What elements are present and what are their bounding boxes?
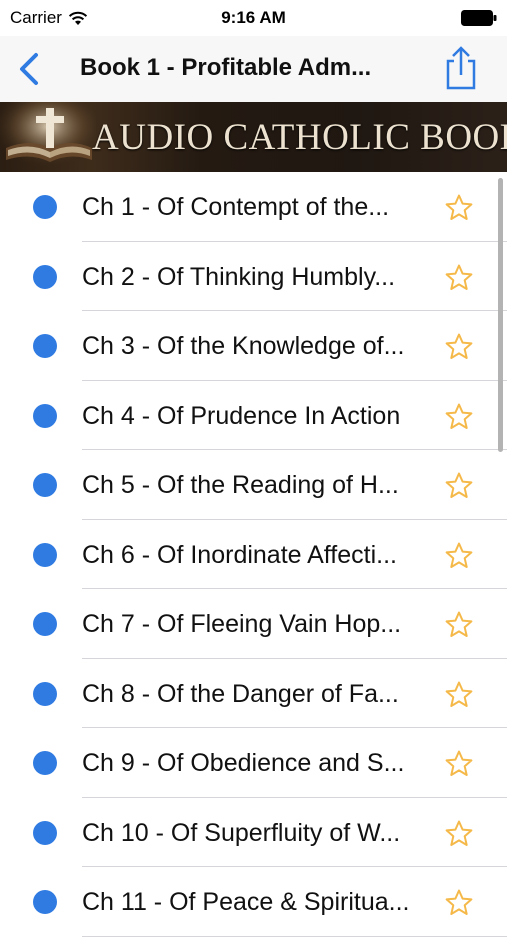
unread-dot-icon (33, 681, 57, 706)
list-item[interactable]: Ch 1 - Of Contempt of the... (0, 172, 507, 242)
star-icon[interactable] (444, 749, 474, 779)
star-icon[interactable] (444, 819, 474, 849)
chapter-title: Ch 8 - Of the Danger of Fa... (82, 679, 399, 708)
unread-dot-icon (33, 473, 57, 497)
list-item[interactable]: Ch 10 - Of Superfluity of W... (0, 798, 507, 867)
share-icon[interactable] (443, 45, 479, 91)
star-icon[interactable] (444, 888, 474, 918)
chapter-title: Ch 10 - Of Superfluity of W... (82, 818, 401, 847)
chevron-left-icon[interactable] (14, 52, 46, 86)
star-icon[interactable] (444, 541, 474, 571)
chapter-title: Ch 5 - Of the Reading of H... (82, 471, 399, 499)
banner-title: AUDIO CATHOLIC BOOKS (92, 117, 507, 158)
chapter-list: Ch 1 - Of Contempt of the... Ch 2 - Of Th… (0, 172, 507, 937)
list-item[interactable]: Ch 3 - Of the Knowledge of... (0, 311, 507, 381)
scroll-indicator[interactable] (498, 178, 503, 452)
star-icon[interactable] (444, 471, 474, 501)
star-icon[interactable] (444, 610, 474, 640)
unread-dot-icon (33, 612, 57, 636)
star-icon[interactable] (444, 402, 474, 432)
chapter-title: Ch 1 - Of Contempt of the... (82, 193, 390, 221)
list-item[interactable]: Ch 11 - Of Peace & Spiritua... (0, 867, 507, 937)
chapter-title: Ch 11 - Of Peace & Spiritua... (82, 888, 410, 916)
unread-dot-icon (33, 195, 57, 219)
list-item[interactable]: Ch 7 - Of Fleeing Vain Hop... (0, 589, 507, 659)
chapter-title: Ch 2 - Of Thinking Humbly... (82, 262, 396, 291)
star-icon[interactable] (444, 263, 474, 293)
page-title: Book 1 - Profitable Adm... (80, 54, 372, 81)
star-icon[interactable] (444, 680, 474, 710)
unread-dot-icon (33, 264, 57, 289)
unread-dot-icon (33, 334, 57, 358)
header-banner: AUDIO CATHOLIC BOOKS (0, 102, 507, 172)
chapter-title: Ch 7 - Of Fleeing Vain Hop... (82, 610, 402, 638)
unread-dot-icon (33, 820, 57, 845)
unread-dot-icon (33, 890, 57, 914)
chapter-title: Ch 6 - Of Inordinate Affecti... (82, 540, 397, 569)
status-time: 9:16 AM (221, 8, 286, 27)
row-separator (82, 935, 507, 937)
status-bar: Carrier 9:16 AM (0, 0, 507, 36)
chapter-title: Ch 3 - Of the Knowledge of... (82, 332, 405, 360)
battery-icon (461, 10, 497, 26)
unread-dot-icon (33, 751, 57, 775)
star-icon[interactable] (444, 193, 474, 223)
list-item[interactable]: Ch 2 - Of Thinking Humbly... (0, 242, 507, 311)
list-item[interactable]: Ch 4 - Of Prudence In Action (0, 381, 507, 450)
book-cross-icon (0, 102, 96, 172)
navigation-bar: Book 1 - Profitable Adm... (0, 36, 507, 102)
chapter-title: Ch 4 - Of Prudence In Action (82, 401, 401, 430)
star-icon[interactable] (444, 332, 474, 362)
list-item[interactable]: Ch 8 - Of the Danger of Fa... (0, 659, 507, 728)
list-item[interactable]: Ch 9 - Of Obedience and S... (0, 728, 507, 798)
list-item[interactable]: Ch 6 - Of Inordinate Affecti... (0, 520, 507, 589)
unread-dot-icon (33, 403, 57, 428)
list-item[interactable]: Ch 5 - Of the Reading of H... (0, 450, 507, 520)
chapter-title: Ch 9 - Of Obedience and S... (82, 749, 405, 777)
unread-dot-icon (33, 542, 57, 567)
